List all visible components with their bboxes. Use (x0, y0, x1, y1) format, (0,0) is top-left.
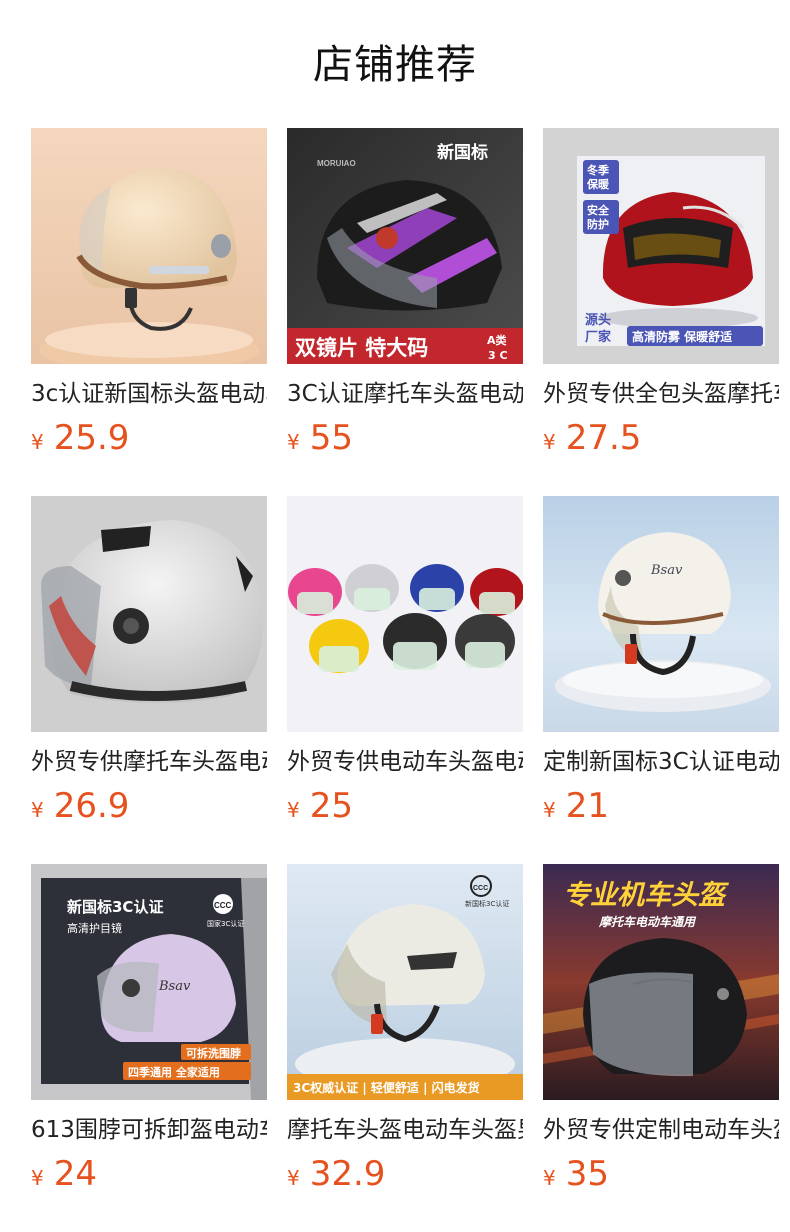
product-image[interactable]: MORUIAO 新国标 双镜片 特大码 A类 3 C (287, 128, 523, 364)
product-card[interactable]: 专业机车头盔 摩托车电动车通用 外贸专供定制电动车头盔 ¥ 35 (543, 864, 779, 1204)
currency-symbol: ¥ (287, 430, 300, 454)
currency-symbol: ¥ (543, 798, 556, 822)
currency-symbol: ¥ (287, 1166, 300, 1190)
brand-logo: MORUIAO (317, 159, 356, 168)
currency-symbol: ¥ (287, 798, 300, 822)
product-card[interactable]: 冬季 保暖 安全 防护 源头 厂家 高清防雾 保暖舒适 外贸专供全包头盔摩托车 … (543, 128, 779, 468)
product-price: ¥ 55 (287, 418, 523, 460)
product-image[interactable]: 冬季 保暖 安全 防护 源头 厂家 高清防雾 保暖舒适 (543, 128, 779, 364)
product-price: ¥ 27.5 (543, 418, 779, 460)
brand-logo: Bsav (650, 563, 683, 578)
price-amount: 25.9 (53, 418, 130, 458)
product-price: ¥ 24 (31, 1154, 267, 1196)
price-amount: 21 (565, 786, 609, 826)
currency-symbol: ¥ (31, 798, 44, 822)
product-title[interactable]: 外贸专供全包头盔摩托车 (543, 378, 779, 410)
product-image[interactable] (31, 128, 267, 364)
product-card[interactable]: Bsav 定制新国标3C认证电动车 ¥ 21 (543, 496, 779, 836)
tag-text-3: 源头 (585, 312, 611, 328)
product-card[interactable]: CCC 新国标3C认证 3C权威认证 | 轻便舒适 | 闪电发货 摩托车头盔电动… (287, 864, 523, 1204)
section-header: 店铺推荐 (0, 0, 790, 128)
svg-text:CCC: CCC (214, 901, 232, 910)
product-price: ¥ 26.9 (31, 786, 267, 828)
product-title[interactable]: 613围脖可拆卸盔电动车头 (31, 1114, 267, 1146)
svg-text:CCC: CCC (473, 885, 488, 892)
product-image[interactable]: CCC 新国标3C认证 3C权威认证 | 轻便舒适 | 闪电发货 (287, 864, 523, 1100)
banner-text: 3C权威认证 | 轻便舒适 | 闪电发货 (293, 1080, 480, 1095)
corner-top-text: A类 (487, 333, 508, 347)
product-card[interactable]: Bsav 新国标3C认证 高清护目镜 CCC 国家3C认证 可拆洗围脖 四季通用… (31, 864, 267, 1204)
product-card[interactable]: MORUIAO 新国标 双镜片 特大码 A类 3 C 3C认证摩托车头盔电动车 … (287, 128, 523, 468)
svg-text:Bsav: Bsav (158, 979, 191, 994)
currency-symbol: ¥ (31, 1166, 44, 1190)
product-title[interactable]: 3C认证摩托车头盔电动车 (287, 378, 523, 410)
subline-text: 高清护目镜 (67, 921, 122, 935)
price-amount: 26.9 (53, 786, 130, 826)
banner-text: 高清防雾 保暖舒适 (632, 329, 732, 344)
product-card[interactable]: 外贸专供电动车头盔电动 ¥ 25 (287, 496, 523, 836)
price-amount: 25 (309, 786, 353, 826)
product-image[interactable]: Bsav (543, 496, 779, 732)
headline-text: 新国标3C认证 (67, 898, 163, 916)
product-title[interactable]: 外贸专供电动车头盔电动 (287, 746, 523, 778)
product-price: ¥ 25.9 (31, 418, 267, 460)
price-amount: 27.5 (565, 418, 642, 458)
price-amount: 55 (309, 418, 353, 458)
currency-symbol: ¥ (31, 430, 44, 454)
product-title[interactable]: 外贸专供定制电动车头盔 (543, 1114, 779, 1146)
tag-text-3b: 厂家 (585, 329, 612, 345)
product-card[interactable]: 3c认证新国标头盔电动车 ¥ 25.9 (31, 128, 267, 468)
corner-bottom-text: 3 C (488, 349, 508, 362)
subline-text: 摩托车电动车通用 (598, 915, 697, 929)
tag-text-1: 冬季 (587, 163, 610, 177)
product-image[interactable]: 专业机车头盔 摩托车电动车通用 (543, 864, 779, 1100)
product-image[interactable] (287, 496, 523, 732)
price-amount: 35 (565, 1154, 609, 1194)
product-price: ¥ 32.9 (287, 1154, 523, 1196)
tag-text: 可拆洗围脖 (186, 1046, 241, 1060)
product-title[interactable]: 外贸专供摩托车头盔电动 (31, 746, 267, 778)
cert-text: 国家3C认证 (207, 919, 244, 928)
banner-text: 双镜片 特大码 (295, 336, 428, 360)
banner-text: 四季通用 全家适用 (128, 1065, 220, 1079)
tag-text-2b: 防护 (587, 217, 609, 231)
product-title[interactable]: 定制新国标3C认证电动车 (543, 746, 779, 778)
product-price: ¥ 21 (543, 786, 779, 828)
headline-text: 专业机车头盔 (563, 880, 730, 911)
tag-text-2: 安全 (587, 203, 610, 217)
page-title: 店铺推荐 (313, 42, 477, 88)
badge-text: 新国标 (437, 142, 488, 163)
product-title[interactable]: 3c认证新国标头盔电动车 (31, 378, 267, 410)
product-card[interactable]: 外贸专供摩托车头盔电动 ¥ 26.9 (31, 496, 267, 836)
product-title[interactable]: 摩托车头盔电动车头盔男女 (287, 1114, 523, 1146)
product-image[interactable]: Bsav 新国标3C认证 高清护目镜 CCC 国家3C认证 可拆洗围脖 四季通用… (31, 864, 267, 1100)
price-amount: 24 (53, 1154, 97, 1194)
product-price: ¥ 35 (543, 1154, 779, 1196)
price-amount: 32.9 (309, 1154, 386, 1194)
tag-text-1b: 保暖 (586, 177, 610, 191)
product-image[interactable] (31, 496, 267, 732)
cert-text: 新国标3C认证 (465, 899, 509, 908)
currency-symbol: ¥ (543, 430, 556, 454)
product-price: ¥ 25 (287, 786, 523, 828)
currency-symbol: ¥ (543, 1166, 556, 1190)
